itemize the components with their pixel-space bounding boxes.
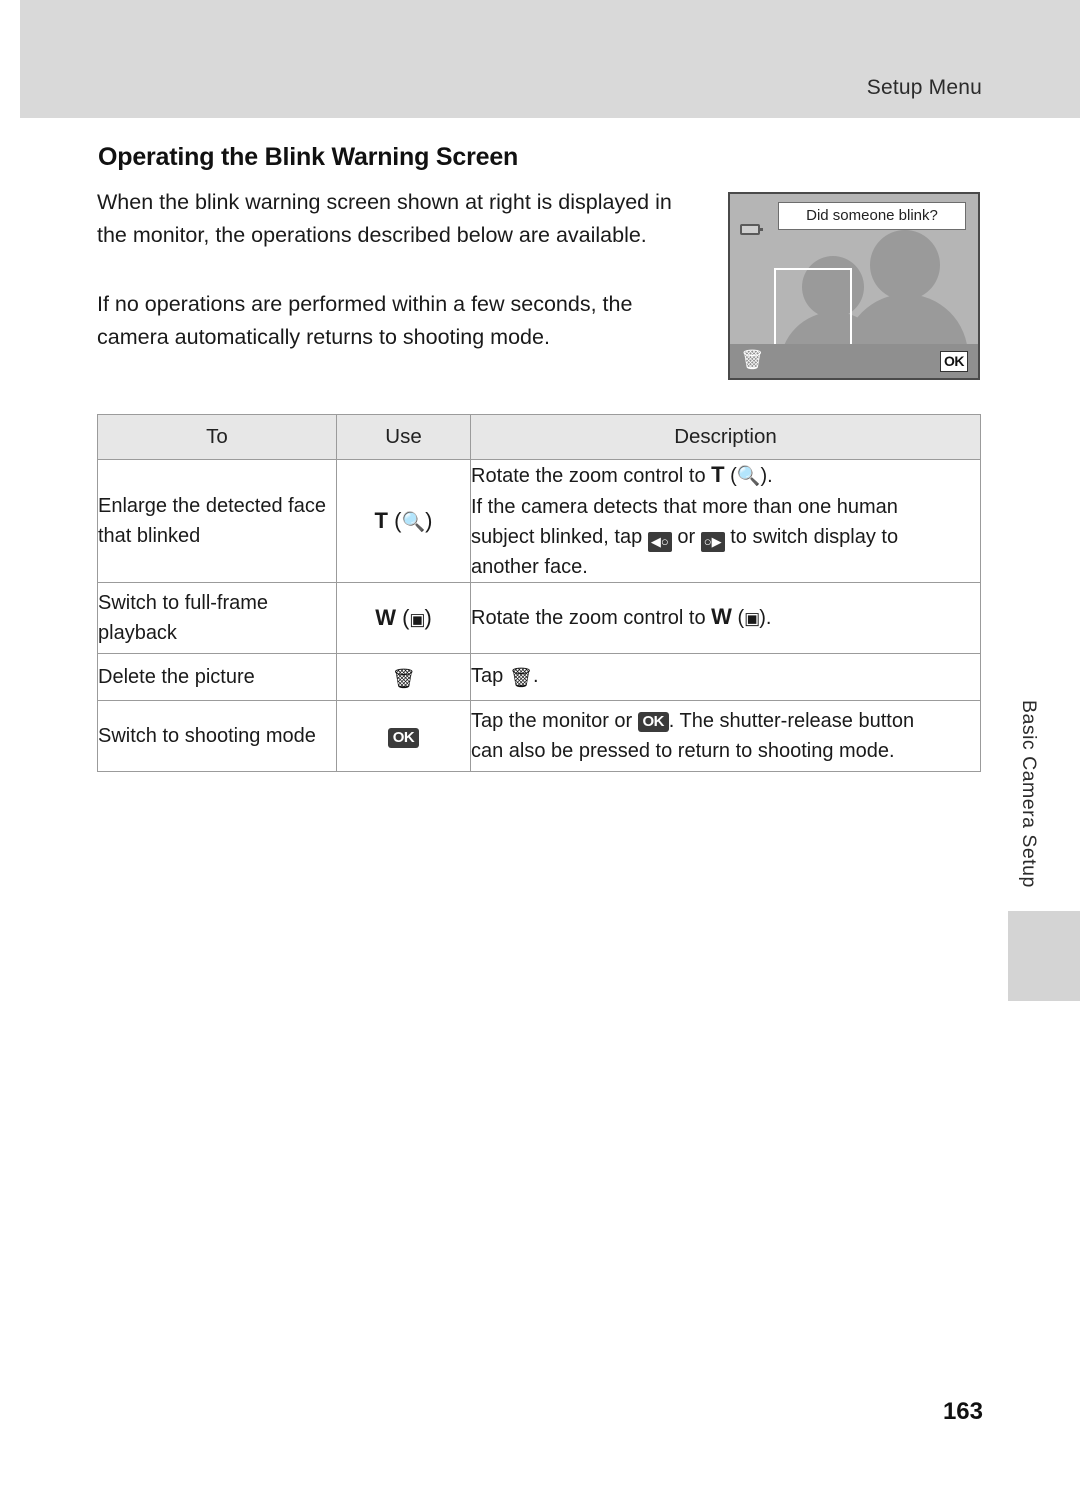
thumbnail-icon: ▣	[744, 609, 760, 628]
magnify-icon: (🔍)	[394, 508, 433, 533]
row-use-zoom-tele: T (🔍)	[336, 459, 471, 583]
zoom-t-label: T	[374, 508, 388, 533]
desc-line: Tap the monitor or OK. The shutter-relea…	[471, 710, 915, 732]
blink-warning-banner: Did someone blink?	[778, 202, 966, 230]
trash-icon: 🗑	[508, 667, 533, 689]
magnify-icon: 🔍	[736, 466, 761, 487]
row-use-trash: 🗑	[336, 653, 471, 701]
next-face-icon: ○▶	[700, 532, 725, 552]
zoom-t-inline: T	[711, 462, 725, 487]
row-use-ok: OK	[336, 700, 471, 772]
row-to-shooting-mode: Switch to shooting mode	[97, 700, 337, 772]
table-row: Delete the picture 🗑 Tap 🗑.	[97, 653, 981, 701]
table-header-row: To Use Description	[97, 414, 981, 460]
row-desc-shooting-mode: Tap the monitor or OK. The shutter-relea…	[470, 700, 981, 772]
page-title: Operating the Blink Warning Screen	[98, 143, 519, 171]
table-header-use: Use	[336, 414, 471, 460]
monitor-screen: Did someone blink? 🗑 OK	[730, 194, 978, 378]
zoom-w-label: W	[375, 605, 396, 630]
desc-line: can also be pressed to return to shootin…	[471, 740, 895, 762]
row-desc-full-frame: Rotate the zoom control to W (▣).	[470, 582, 981, 654]
row-desc-enlarge-face: Rotate the zoom control to T (🔍). If the…	[470, 459, 981, 583]
intro-paragraph-2: If no operations are performed within a …	[97, 292, 633, 349]
page-number: 163	[942, 1398, 983, 1425]
trash-icon: 🗑	[391, 669, 416, 690]
row-desc-delete-picture: Tap 🗑.	[470, 653, 981, 701]
prev-face-icon: ◀○	[647, 532, 672, 552]
operations-table: To Use Description Enlarge the detected …	[97, 414, 981, 772]
ok-icon: OK	[637, 712, 669, 732]
row-to-full-frame: Switch to full-frame playback	[97, 582, 337, 654]
zoom-w-inline: W	[711, 604, 732, 629]
table-row: Enlarge the detected face that blinked T…	[97, 459, 981, 583]
page-header-band	[0, 0, 1080, 118]
desc-line: Rotate the zoom control to T (🔍).	[471, 462, 773, 487]
document-page: Setup Menu Operating the Blink Warning S…	[0, 0, 1080, 1486]
table-header-to: To	[97, 414, 337, 460]
section-tab-label: Basic Camera Setup	[1018, 700, 1040, 888]
table-header-description: Description	[470, 414, 981, 460]
thumbnail-icon: (▣)	[402, 605, 432, 630]
row-to-delete-picture: Delete the picture	[97, 653, 337, 701]
ok-button-icon[interactable]: OK	[940, 351, 968, 372]
desc-line: If the camera detects that more than one…	[471, 496, 898, 518]
ok-icon: OK	[388, 728, 419, 748]
desc-line: another face.	[471, 556, 588, 578]
face-detection-frame	[774, 268, 852, 348]
intro-paragraph-1: When the blink warning screen shown at r…	[97, 190, 672, 247]
row-use-zoom-wide: W (▣)	[336, 582, 471, 654]
page-header-title: Setup Menu	[866, 76, 982, 99]
section-tab-marker	[1008, 911, 1080, 1001]
table-row: Switch to shooting mode OK Tap the monit…	[97, 700, 981, 772]
trash-icon[interactable]: 🗑	[740, 349, 764, 373]
desc-line: subject blinked, tap ◀○ or ○▶ to switch …	[471, 522, 980, 552]
table-row: Switch to full-frame playback W (▣) Rota…	[97, 582, 981, 654]
face-right-head	[870, 230, 940, 300]
blink-warning-screen-illustration: Did someone blink? 🗑 OK	[728, 192, 980, 380]
battery-icon	[740, 224, 763, 235]
page-left-edge	[0, 0, 20, 118]
row-to-enlarge-face: Enlarge the detected face that blinked	[97, 459, 337, 583]
